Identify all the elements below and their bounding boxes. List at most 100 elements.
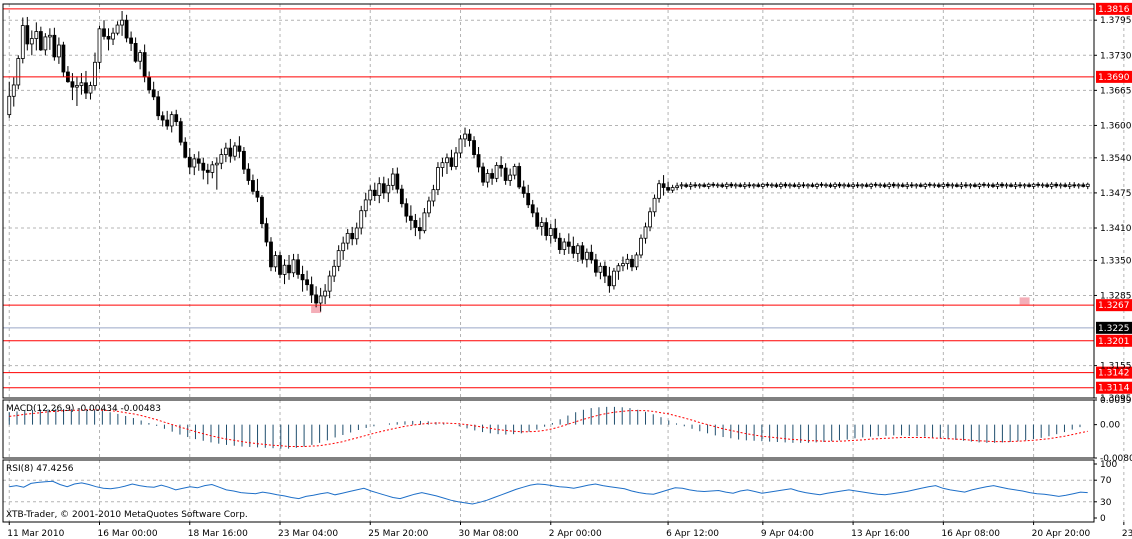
candle-body[interactable] [964, 184, 968, 187]
candle-body[interactable] [679, 184, 684, 187]
candle-body[interactable] [1081, 184, 1086, 187]
candle-body[interactable] [765, 183, 770, 186]
candle-body[interactable] [1031, 183, 1036, 187]
candle-body[interactable] [584, 251, 589, 260]
candle-body[interactable] [476, 154, 481, 168]
candle-body[interactable] [693, 184, 698, 187]
candle-body[interactable] [129, 37, 133, 44]
candle-body[interactable] [553, 228, 558, 239]
candle-body[interactable] [936, 184, 941, 187]
candle-body[interactable] [368, 189, 373, 201]
candle-body[interactable] [923, 183, 928, 187]
candle-body[interactable] [363, 199, 368, 212]
candle-body[interactable] [115, 24, 120, 34]
candle-body[interactable] [977, 183, 982, 187]
candle-body[interactable] [399, 188, 404, 205]
candle-body[interactable] [282, 264, 287, 275]
candle-body[interactable] [11, 84, 16, 97]
candle-body[interactable] [837, 183, 842, 187]
candle-body[interactable] [169, 114, 174, 127]
candle-body[interactable] [666, 187, 670, 191]
candle-body[interactable] [327, 275, 332, 292]
candle-body[interactable] [192, 158, 197, 168]
candle-body[interactable] [1022, 184, 1027, 187]
candle-body[interactable] [332, 265, 337, 277]
candle-body[interactable] [738, 184, 743, 187]
candle-body[interactable] [788, 184, 792, 187]
candle-body[interactable] [196, 158, 201, 164]
candle-body[interactable] [70, 81, 75, 88]
candle-body[interactable] [968, 184, 973, 187]
candle-body[interactable] [43, 36, 48, 51]
candle-body[interactable] [463, 133, 467, 140]
candle-body[interactable] [661, 183, 666, 188]
candle-body[interactable] [458, 138, 463, 154]
candle-body[interactable] [575, 245, 580, 254]
candle-body[interactable] [111, 32, 115, 40]
candle-body[interactable] [603, 265, 607, 277]
candle-body[interactable] [882, 184, 887, 187]
candle-body[interactable] [187, 156, 192, 168]
candle-body[interactable] [354, 227, 359, 240]
candle-body[interactable] [995, 183, 1000, 187]
candle-body[interactable] [264, 223, 269, 243]
candle-body[interactable] [742, 184, 747, 187]
candle-body[interactable] [842, 184, 846, 187]
candle-body[interactable] [7, 95, 12, 116]
candle-body[interactable] [715, 184, 720, 187]
candle-body[interactable] [147, 76, 152, 91]
candle-body[interactable] [278, 255, 282, 275]
candle-body[interactable] [548, 228, 553, 236]
candle-body[interactable] [341, 242, 346, 252]
candle-body[interactable] [467, 133, 472, 141]
candle-body[interactable] [431, 189, 436, 202]
candle-body[interactable] [733, 184, 738, 187]
candle-body[interactable] [151, 89, 156, 98]
candle-body[interactable] [954, 184, 959, 187]
candle-body[interactable] [589, 251, 594, 261]
candle-body[interactable] [1036, 183, 1041, 186]
candle-body[interactable] [79, 82, 84, 86]
candle-body[interactable] [52, 34, 57, 58]
candle-body[interactable] [959, 184, 964, 187]
candle-body[interactable] [413, 220, 418, 228]
candle-body[interactable] [517, 166, 522, 188]
candle-body[interactable] [508, 174, 513, 181]
candle-body[interactable] [481, 166, 485, 183]
candle-body[interactable] [84, 82, 88, 94]
candle-body[interactable] [219, 154, 224, 164]
candle-body[interactable] [932, 184, 937, 187]
candle-body[interactable] [986, 184, 991, 187]
candle-body[interactable] [93, 61, 97, 86]
candle-body[interactable] [314, 294, 319, 304]
candle-body[interactable] [566, 241, 571, 247]
candle-body[interactable] [774, 184, 779, 187]
candle-body[interactable] [891, 183, 896, 187]
candle-body[interactable] [75, 85, 79, 88]
candle-body[interactable] [562, 241, 567, 250]
candle-body[interactable] [1049, 183, 1054, 187]
candle-body[interactable] [106, 35, 111, 40]
candle-body[interactable] [905, 184, 910, 187]
candle-body[interactable] [941, 183, 946, 187]
candle-body[interactable] [174, 114, 179, 123]
candle-body[interactable] [269, 241, 273, 268]
candle-body[interactable] [56, 44, 61, 58]
candle-body[interactable] [824, 184, 828, 187]
candle-body[interactable] [778, 183, 783, 187]
candle-body[interactable] [792, 184, 797, 187]
candle-body[interactable] [783, 183, 788, 187]
candle-body[interactable] [846, 184, 851, 187]
candle-body[interactable] [38, 31, 43, 51]
candle-body[interactable] [138, 52, 143, 62]
candle-body[interactable] [724, 183, 729, 187]
candle-body[interactable] [390, 173, 395, 186]
candle-body[interactable] [634, 254, 639, 268]
candle-body[interactable] [580, 245, 585, 260]
candle-body[interactable] [287, 264, 291, 274]
candle-body[interactable] [815, 183, 819, 187]
candle-body[interactable] [436, 167, 440, 191]
candle-body[interactable] [260, 196, 264, 225]
candle-body[interactable] [34, 31, 39, 39]
candle-body[interactable] [621, 263, 625, 267]
